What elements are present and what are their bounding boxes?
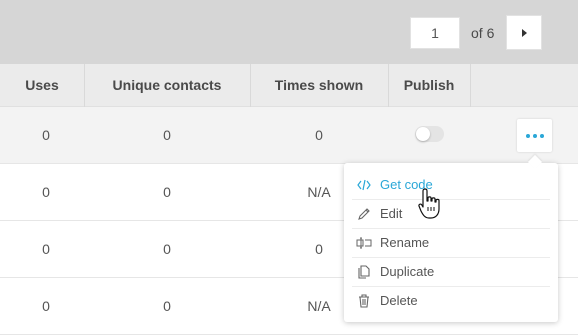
code-icon: [356, 177, 372, 193]
duplicate-icon: [356, 264, 372, 280]
column-divider: [388, 64, 389, 107]
uses-cell: 0: [42, 241, 50, 257]
dot: [539, 133, 544, 138]
menu-item-label: Delete: [380, 293, 418, 308]
unique-contacts-cell: 0: [163, 241, 171, 257]
next-page-button[interactable]: [506, 15, 542, 50]
hand-pointer-icon: [418, 188, 440, 219]
more-horizontal-icon: [525, 133, 530, 138]
column-header-times-shown[interactable]: Times shown: [250, 64, 388, 107]
unique-contacts-cell: 0: [163, 127, 171, 143]
uses-cell: 0: [42, 184, 50, 200]
more-actions-button[interactable]: [517, 119, 552, 152]
pagination-bar: 1 of 6: [0, 0, 578, 64]
toggle-knob: [416, 127, 430, 141]
uses-cell: 0: [42, 298, 50, 314]
row-actions-menu: Get code Edit Rename Duplicate Delete: [344, 163, 558, 322]
column-header-unique-contacts[interactable]: Unique contacts: [84, 64, 250, 107]
column-header-uses[interactable]: Uses: [0, 64, 84, 107]
menu-item-delete[interactable]: Delete: [344, 286, 558, 315]
menu-item-duplicate[interactable]: Duplicate: [344, 257, 558, 286]
menu-item-label: Rename: [380, 235, 430, 250]
pencil-icon: [356, 206, 372, 222]
menu-item-label: Edit: [380, 206, 403, 221]
times-shown-cell: 0: [315, 127, 323, 143]
rename-icon: [356, 235, 372, 251]
menu-item-get-code[interactable]: Get code: [344, 170, 558, 199]
trash-icon: [356, 293, 372, 309]
table-header: Uses Unique contacts Times shown Publish: [0, 64, 578, 107]
column-divider: [250, 64, 251, 107]
dot: [532, 133, 537, 138]
column-header-publish[interactable]: Publish: [388, 64, 470, 107]
chevron-right-icon: [521, 28, 527, 37]
unique-contacts-cell: 0: [163, 298, 171, 314]
menu-item-label: Duplicate: [380, 264, 435, 279]
uses-cell: 0: [42, 127, 50, 143]
page-number-input[interactable]: 1: [410, 17, 460, 49]
unique-contacts-cell: 0: [163, 184, 171, 200]
page-count-label: of 6: [471, 25, 495, 41]
menu-item-edit[interactable]: Edit: [344, 199, 558, 228]
column-divider: [470, 64, 471, 107]
menu-item-rename[interactable]: Rename: [344, 228, 558, 257]
column-divider: [84, 64, 85, 107]
publish-toggle[interactable]: [415, 126, 444, 142]
table-row[interactable]: 0 0 0: [0, 107, 578, 164]
